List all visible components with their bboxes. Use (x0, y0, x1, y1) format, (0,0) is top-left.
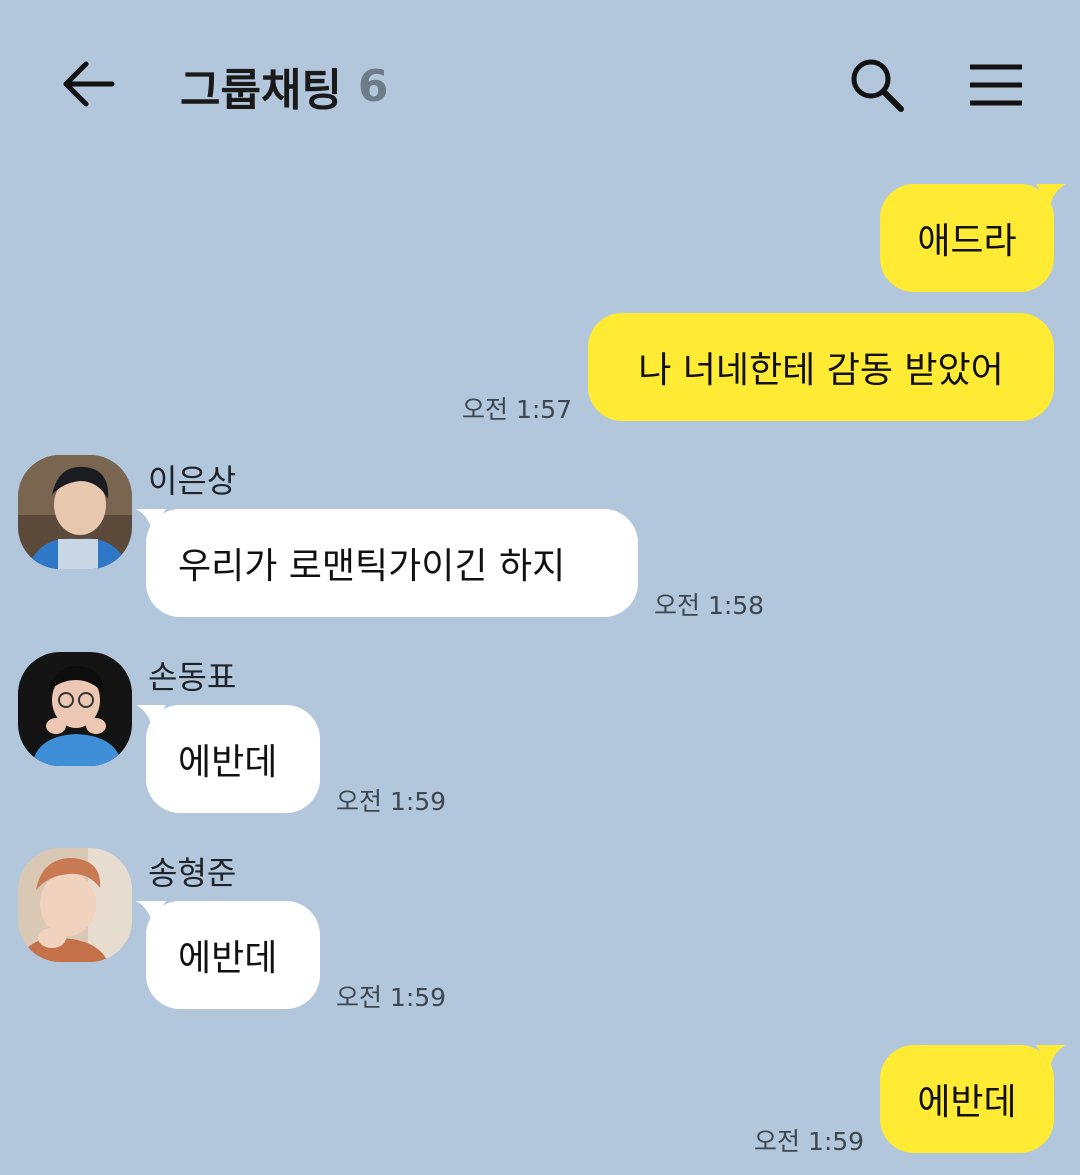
avatar[interactable] (18, 652, 132, 766)
message-text: 에반데 (178, 938, 278, 979)
message-time: 오전 1:58 (654, 591, 765, 620)
search-icon (851, 59, 904, 112)
bubble-tail (1036, 184, 1066, 206)
message-time: 오전 1:59 (754, 1127, 865, 1156)
search-button[interactable] (842, 52, 912, 118)
message-time: 오전 1:59 (336, 983, 447, 1012)
bubble-tail (136, 509, 166, 531)
bubble-tail (136, 705, 166, 727)
message-bubble-mine[interactable]: 나 너네한테 감동 받았어 (588, 313, 1054, 421)
chat-header: 그룹채팅 6 (0, 0, 1080, 170)
profile-photo (18, 848, 132, 962)
message-text: 나 너네한테 감동 받았어 (638, 350, 1004, 391)
avatar[interactable] (18, 848, 132, 962)
sender-name: 이은상 (148, 462, 237, 500)
sender-name: 송형준 (148, 854, 237, 892)
message-time: 오전 1:57 (462, 395, 573, 424)
avatar[interactable] (18, 455, 132, 569)
sender-name: 손동표 (148, 658, 237, 696)
message-text: 애드라 (917, 221, 1017, 262)
arrow-left-icon (63, 61, 115, 107)
chat-title: 그룹채팅 6 (180, 54, 389, 118)
message-time: 오전 1:59 (336, 787, 447, 816)
chat-room-name: 그룹채팅 (180, 65, 342, 116)
back-button[interactable] (56, 54, 120, 114)
member-count: 6 (357, 60, 389, 112)
bubble-tail (1036, 1045, 1066, 1067)
bubble-tail (136, 901, 166, 923)
menu-button[interactable] (960, 52, 1032, 118)
message-bubble-mine[interactable]: 애드라 (880, 184, 1066, 292)
profile-photo (18, 652, 132, 766)
message-bubble-theirs[interactable]: 에반데 (136, 901, 320, 1009)
message-text: 우리가 로맨틱가이긴 하지 (178, 546, 566, 587)
message-text: 에반데 (917, 1082, 1017, 1123)
hamburger-menu-icon (970, 64, 1022, 106)
message-bubble-theirs[interactable]: 에반데 (136, 705, 320, 813)
message-bubble-mine[interactable]: 에반데 (880, 1045, 1066, 1153)
message-text: 에반데 (178, 742, 278, 783)
message-bubble-theirs[interactable]: 우리가 로맨틱가이긴 하지 (136, 509, 638, 617)
profile-photo (18, 455, 132, 569)
